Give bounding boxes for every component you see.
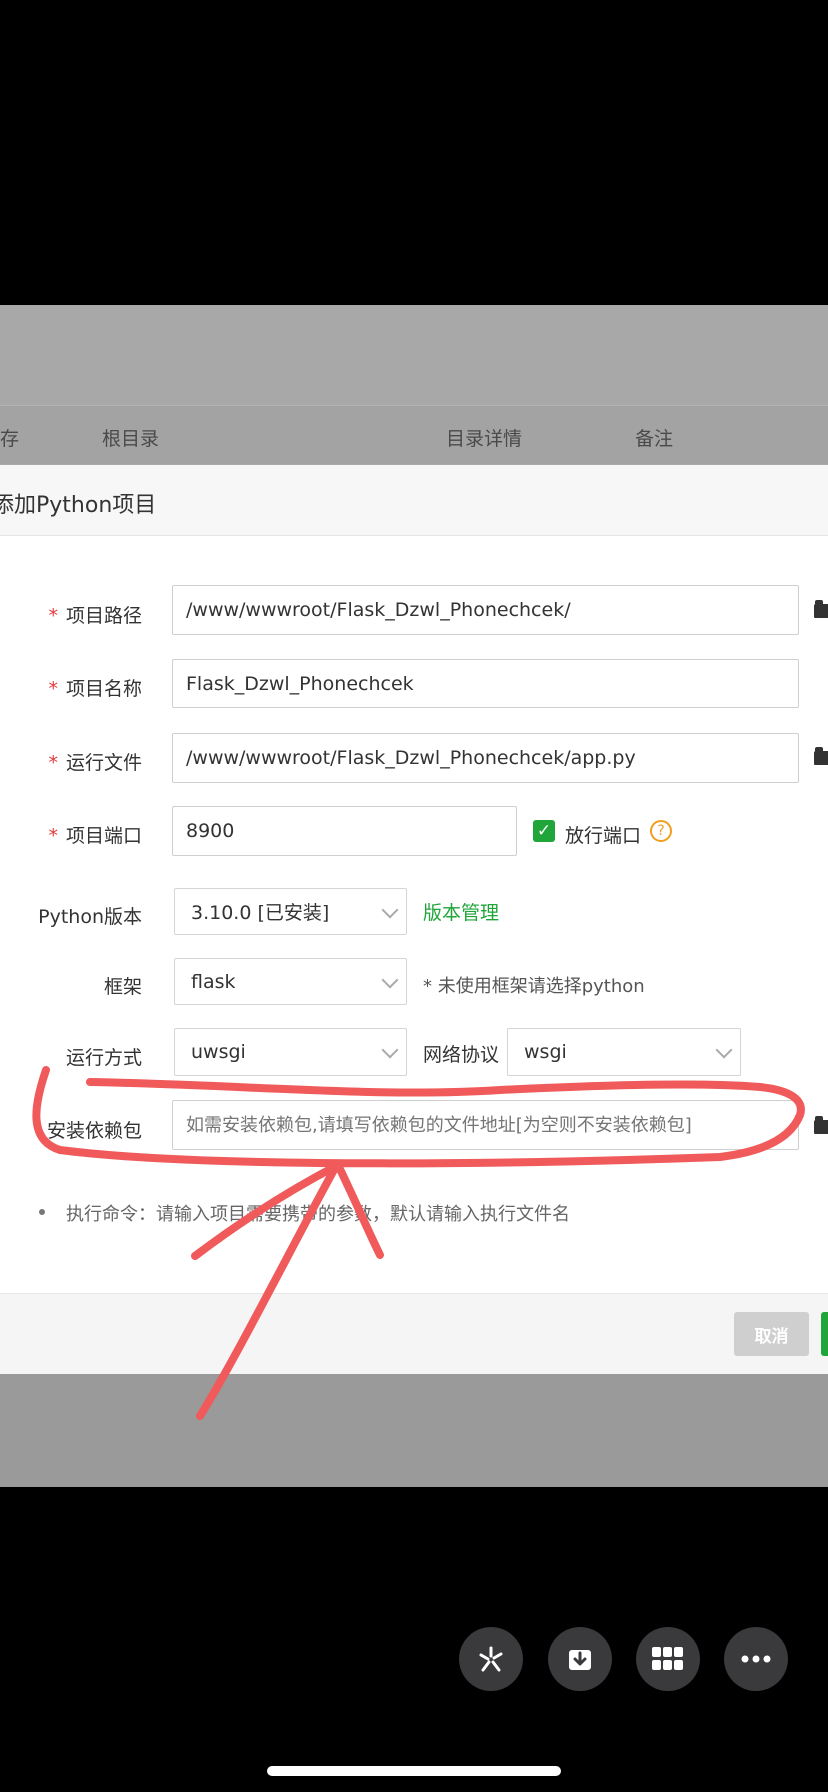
more-icon[interactable] xyxy=(724,1627,788,1691)
sparkle-icon[interactable] xyxy=(459,1627,523,1691)
annotation-circle xyxy=(32,1066,805,1168)
save-icon[interactable] xyxy=(548,1627,612,1691)
grid-icon[interactable] xyxy=(636,1627,700,1691)
annotation-arrow-head xyxy=(191,1161,384,1260)
hand-drawn-annotation xyxy=(32,1066,805,1420)
home-indicator xyxy=(267,1766,561,1776)
